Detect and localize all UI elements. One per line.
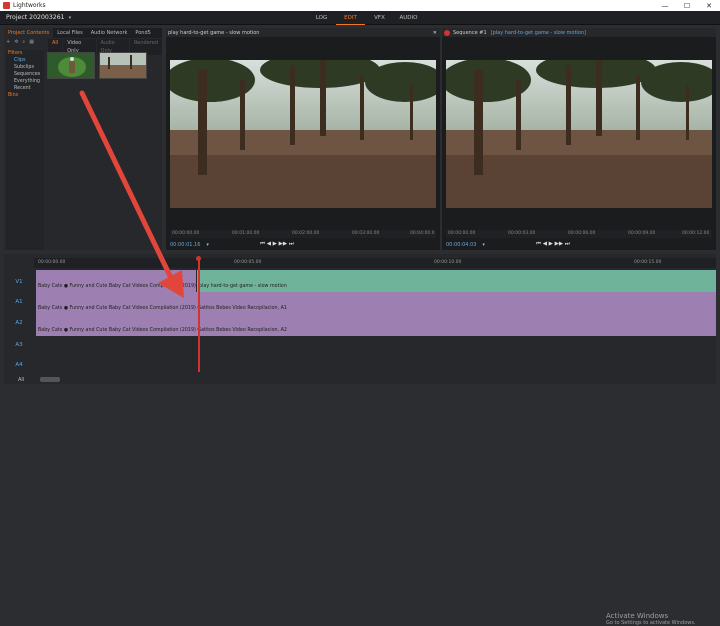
activate-title: Activate Windows bbox=[606, 612, 669, 620]
windows-activation-watermark: Activate Windows Go to Settings to activ… bbox=[606, 612, 696, 626]
activate-subtitle: Go to Settings to activate Windows. bbox=[606, 620, 696, 626]
annotation-arrow bbox=[79, 90, 184, 298]
